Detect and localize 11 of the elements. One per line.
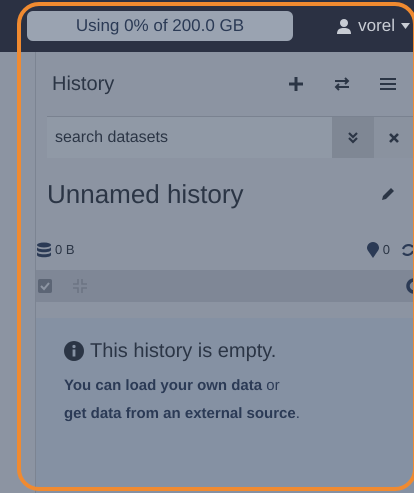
- search-field[interactable]: search datasets: [47, 117, 332, 158]
- user-menu[interactable]: vorel: [336, 13, 410, 39]
- quota-meter: Using 0% of 200.0 GB: [27, 11, 293, 41]
- upload-link[interactable]: You can load your own data: [64, 377, 262, 394]
- empty-title: This history is empty.: [90, 339, 276, 364]
- empty-hint: You can load your own data or get data from an external source.: [64, 376, 301, 424]
- deleted-count[interactable]: 0: [382, 240, 390, 260]
- history-size[interactable]: 0 B: [55, 240, 75, 260]
- panel-title: History: [52, 72, 114, 97]
- history-name[interactable]: Unnamed history: [47, 174, 244, 214]
- external-data-link[interactable]: get data from an external source: [64, 405, 296, 422]
